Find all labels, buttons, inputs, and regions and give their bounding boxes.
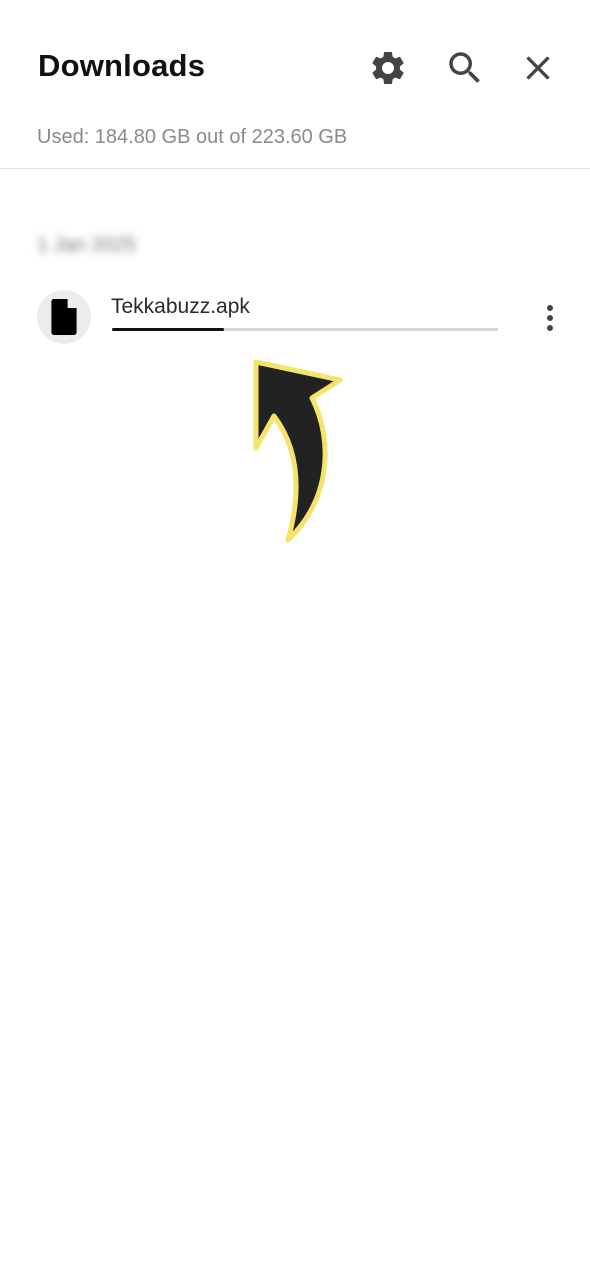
close-button[interactable] — [514, 44, 562, 92]
download-progress-bar — [112, 328, 498, 331]
arrow-shape — [253, 359, 343, 543]
page-title: Downloads — [38, 48, 206, 83]
download-list-item[interactable]: Tekkabuzz.apk — [0, 280, 590, 352]
top-bar: Downloads Used: 184.80 GB out of 223.60 … — [0, 0, 590, 169]
more-options-button[interactable] — [530, 296, 570, 340]
search-icon — [449, 52, 480, 83]
settings-button[interactable] — [364, 44, 412, 92]
file-name: Tekkabuzz.apk — [111, 295, 250, 318]
search-button[interactable] — [441, 44, 489, 92]
downloads-screen: Downloads Used: 184.80 GB out of 223.60 … — [0, 0, 590, 1280]
storage-usage-text: Used: 184.80 GB out of 223.60 GB — [37, 126, 348, 148]
close-icon — [526, 56, 550, 80]
download-progress-fill — [112, 328, 224, 331]
date-section-header: 1 Jan 2025 — [37, 234, 136, 256]
gear-icon — [372, 51, 404, 84]
file-avatar — [37, 290, 91, 344]
file-icon — [51, 299, 77, 335]
curved-arrow-annotation — [253, 359, 343, 543]
more-vert-icon — [547, 305, 553, 331]
